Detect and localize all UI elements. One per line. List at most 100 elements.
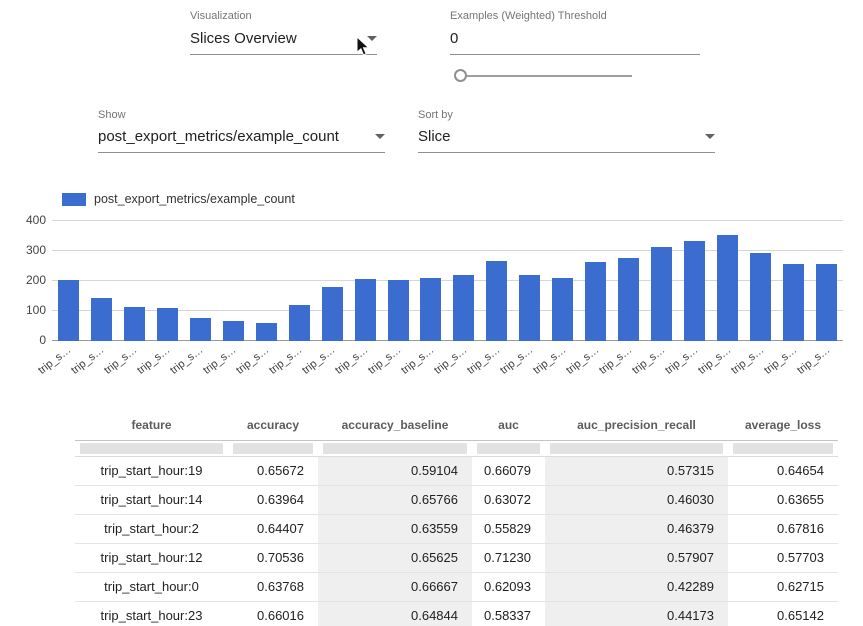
chevron-down-icon bbox=[375, 134, 385, 139]
metric-cell: 0.57315 bbox=[545, 456, 728, 485]
slices-overview-page: Visualization Slices Overview Examples (… bbox=[0, 0, 863, 626]
feature-cell: trip_start_hour:14 bbox=[75, 485, 228, 514]
example-count-bar[interactable] bbox=[388, 280, 409, 341]
example-count-bar[interactable] bbox=[783, 264, 804, 341]
metrics-table: featureaccuracyaccuracy_baselineaucauc_p… bbox=[75, 410, 838, 626]
example-count-bar[interactable] bbox=[420, 278, 441, 341]
example-count-bar[interactable] bbox=[618, 258, 639, 341]
feature-cell: trip_start_hour:0 bbox=[75, 572, 228, 601]
threshold-slider-track[interactable] bbox=[455, 75, 632, 77]
bar-slot bbox=[810, 218, 843, 341]
sort-by-value: Slice bbox=[418, 128, 451, 145]
bar-slot bbox=[678, 218, 711, 341]
column-header-accuracy_baseline[interactable]: accuracy_baseline bbox=[318, 410, 472, 440]
bar-slot bbox=[711, 218, 744, 341]
metric-cell: 0.65625 bbox=[318, 543, 472, 572]
table-row[interactable]: trip_start_hour:00.637680.666670.620930.… bbox=[75, 572, 838, 601]
table-row[interactable]: trip_start_hour:140.639640.657660.630720… bbox=[75, 485, 838, 514]
metric-cell: 0.62093 bbox=[472, 572, 545, 601]
example-count-bar[interactable] bbox=[124, 307, 145, 341]
bar-slot bbox=[316, 218, 349, 341]
metric-cell: 0.63072 bbox=[472, 485, 545, 514]
bar-slot bbox=[414, 218, 447, 341]
y-axis-tick-label: 200 bbox=[8, 273, 46, 287]
sort-by-label: Sort by bbox=[418, 109, 453, 121]
example-count-bar[interactable] bbox=[750, 253, 771, 341]
metric-cell: 0.64654 bbox=[728, 456, 838, 485]
legend-swatch bbox=[62, 193, 86, 206]
metric-cell: 0.46379 bbox=[545, 514, 728, 543]
example-count-bar[interactable] bbox=[519, 275, 540, 341]
metric-cell: 0.46030 bbox=[545, 485, 728, 514]
show-metric-value: post_export_metrics/example_count bbox=[98, 128, 339, 145]
example-count-bar[interactable] bbox=[223, 321, 244, 341]
bar-slot bbox=[480, 218, 513, 341]
filter-box bbox=[80, 443, 223, 454]
show-metric-dropdown[interactable]: post_export_metrics/example_count bbox=[98, 128, 385, 153]
example-count-bar[interactable] bbox=[651, 247, 672, 341]
example-count-bar[interactable] bbox=[585, 262, 606, 341]
example-count-bar[interactable] bbox=[190, 318, 211, 341]
threshold-slider-thumb[interactable] bbox=[454, 69, 467, 82]
example-count-bar[interactable] bbox=[684, 241, 705, 341]
example-count-bar[interactable] bbox=[256, 323, 277, 341]
feature-cell: trip_start_hour:19 bbox=[75, 456, 228, 485]
filter-cell bbox=[472, 440, 545, 456]
example-count-bar[interactable] bbox=[289, 305, 310, 341]
example-count-bar[interactable] bbox=[58, 280, 79, 342]
column-header-auc_precision_recall[interactable]: auc_precision_recall bbox=[545, 410, 728, 440]
metric-cell: 0.42289 bbox=[545, 572, 728, 601]
column-header-auc[interactable]: auc bbox=[472, 410, 545, 440]
example-count-bar[interactable] bbox=[322, 287, 343, 341]
column-header-average_loss[interactable]: average_loss bbox=[728, 410, 838, 440]
metric-cell: 0.63768 bbox=[228, 572, 318, 601]
example-count-bar[interactable] bbox=[717, 235, 738, 341]
metric-cell: 0.58337 bbox=[472, 601, 545, 626]
sort-by-dropdown[interactable]: Slice bbox=[418, 128, 715, 153]
example-count-bar[interactable] bbox=[157, 308, 178, 341]
metric-cell: 0.66079 bbox=[472, 456, 545, 485]
feature-cell: trip_start_hour:2 bbox=[75, 514, 228, 543]
bar-slot bbox=[217, 218, 250, 341]
table-row[interactable]: trip_start_hour:120.705360.656250.712300… bbox=[75, 543, 838, 572]
bar-slot bbox=[118, 218, 151, 341]
filter-cell bbox=[318, 440, 472, 456]
example-count-bar[interactable] bbox=[453, 275, 474, 341]
metric-cell: 0.71230 bbox=[472, 543, 545, 572]
metric-cell: 0.57907 bbox=[545, 543, 728, 572]
table-row[interactable]: trip_start_hour:230.660160.648440.583370… bbox=[75, 601, 838, 626]
bar-slot bbox=[645, 218, 678, 341]
example-count-bar[interactable] bbox=[355, 279, 376, 341]
column-header-feature[interactable]: feature bbox=[75, 410, 228, 440]
bar-slot bbox=[777, 218, 810, 341]
threshold-value: 0 bbox=[450, 30, 458, 47]
table-row[interactable]: trip_start_hour:190.656720.591040.660790… bbox=[75, 456, 838, 485]
bar-slot bbox=[52, 218, 85, 341]
bar-slot bbox=[85, 218, 118, 341]
y-axis-tick-label: 100 bbox=[8, 303, 46, 317]
example-count-bar[interactable] bbox=[91, 298, 112, 341]
visualization-dropdown[interactable]: Slices Overview bbox=[190, 30, 377, 55]
metric-cell: 0.63964 bbox=[228, 485, 318, 514]
example-count-bar[interactable] bbox=[486, 261, 507, 341]
example-count-bar[interactable] bbox=[816, 264, 837, 341]
metric-cell: 0.63655 bbox=[728, 485, 838, 514]
header-row: featureaccuracyaccuracy_baselineaucauc_p… bbox=[75, 410, 838, 440]
metric-cell: 0.64407 bbox=[228, 514, 318, 543]
bar-slot bbox=[546, 218, 579, 341]
column-header-accuracy[interactable]: accuracy bbox=[228, 410, 318, 440]
table-row[interactable]: trip_start_hour:20.644070.635590.558290.… bbox=[75, 514, 838, 543]
filter-box bbox=[550, 443, 723, 454]
bar-slot bbox=[579, 218, 612, 341]
plot-area: 0100200300400trip_s…trip_s…trip_s…trip_s… bbox=[52, 218, 843, 341]
filter-cell bbox=[545, 440, 728, 456]
example-count-bar[interactable] bbox=[552, 278, 573, 341]
threshold-input[interactable]: 0 bbox=[450, 30, 700, 55]
metric-cell: 0.62715 bbox=[728, 572, 838, 601]
metric-cell: 0.66016 bbox=[228, 601, 318, 626]
metric-cell: 0.44173 bbox=[545, 601, 728, 626]
filter-box bbox=[323, 443, 467, 454]
metric-cell: 0.65142 bbox=[728, 601, 838, 626]
y-axis-tick-label: 300 bbox=[8, 243, 46, 257]
legend-label: post_export_metrics/example_count bbox=[94, 192, 295, 206]
